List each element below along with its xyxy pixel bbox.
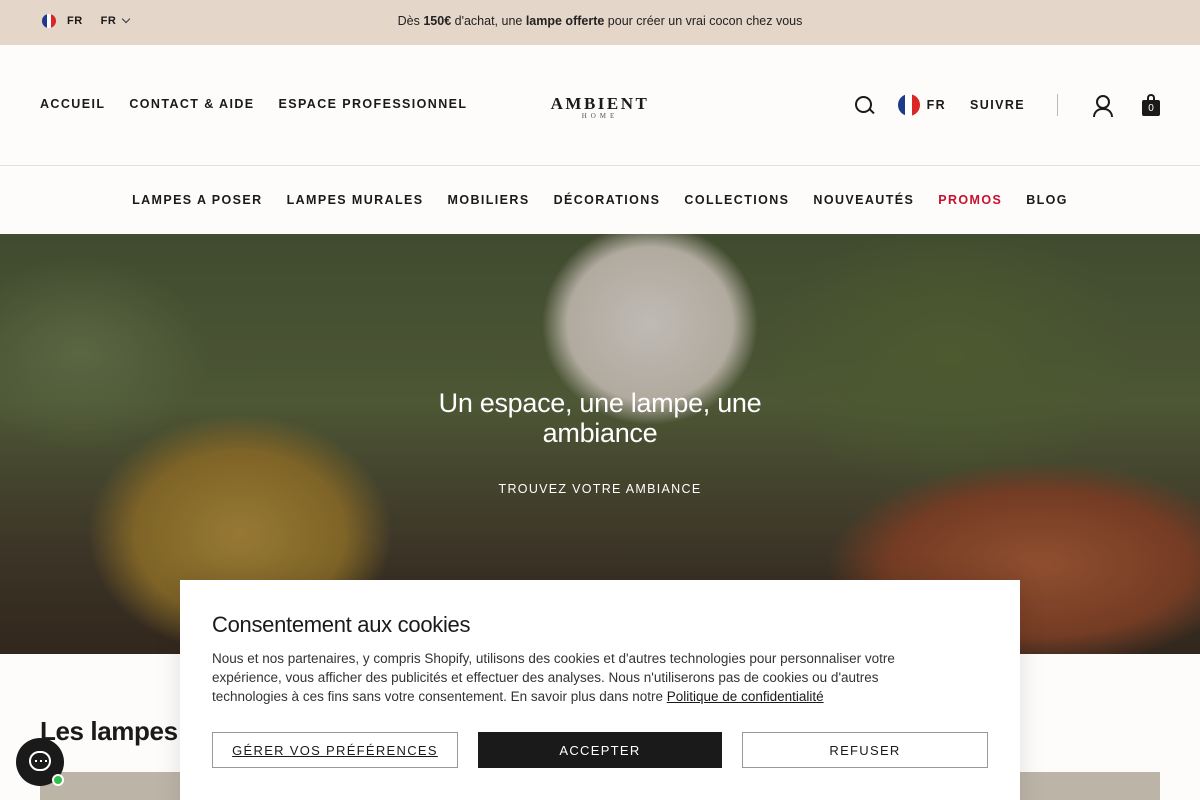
nav-item-nouveautes[interactable]: NOUVEAUTÉS — [813, 193, 914, 207]
search-icon[interactable] — [854, 95, 874, 115]
privacy-policy-link[interactable]: Politique de confidentialité — [667, 689, 824, 704]
cart-count: 0 — [1142, 100, 1160, 116]
nav-item-mobiliers[interactable]: MOBILIERS — [448, 193, 530, 207]
nav-item-decorations[interactable]: DÉCORATIONS — [554, 193, 661, 207]
nav-item-lampes-murales[interactable]: LAMPES MURALES — [287, 193, 424, 207]
flag-fr-icon[interactable] — [897, 94, 920, 116]
nav-link-accueil[interactable]: ACCUEIL — [40, 97, 105, 111]
nav-item-blog[interactable]: BLOG — [1026, 193, 1068, 207]
manage-preferences-button[interactable]: GÉRER VOS PRÉFÉRENCES — [212, 732, 458, 768]
follow-link[interactable]: SUIVRE — [970, 98, 1025, 112]
site-header: ACCUEIL CONTACT & AIDE ESPACE PROFESSION… — [0, 45, 1200, 166]
shopping-bag-icon[interactable]: 0 — [1142, 94, 1160, 116]
cookie-consent-dialog: Consentement aux cookies Nous et nos par… — [180, 580, 1020, 800]
cookie-body: Nous et nos partenaires, y compris Shopi… — [212, 651, 895, 704]
nav-link-espace-pro[interactable]: ESPACE PROFESSIONNEL — [279, 97, 468, 111]
announcement-text: Dès 150€ d'achat, une lampe offerte pour… — [397, 14, 803, 28]
announcement-bar: FR FR Dès 150€ d'achat, une lampe offert… — [0, 0, 1200, 45]
nav-item-promos[interactable]: PROMOS — [938, 193, 1002, 207]
user-icon[interactable] — [1092, 95, 1113, 117]
chat-button[interactable] — [16, 738, 64, 786]
main-nav: LAMPES A POSER LAMPES MURALES MOBILIERS … — [0, 166, 1200, 234]
logo[interactable]: AMBIENT HOME — [547, 95, 653, 120]
hero-cta-link[interactable]: TROUVEZ VOTRE AMBIANCE — [0, 482, 1200, 496]
cookie-title: Consentement aux cookies — [212, 612, 471, 637]
nav-item-collections[interactable]: COLLECTIONS — [684, 193, 789, 207]
header-actions: FR SUIVRE 0 — [854, 92, 1160, 118]
refuse-cookies-button[interactable]: REFUSER — [742, 732, 988, 768]
nav-link-contact[interactable]: CONTACT & AIDE — [129, 97, 254, 111]
accept-cookies-button[interactable]: ACCEPTER — [478, 732, 722, 768]
online-status-dot — [52, 774, 64, 786]
divider — [1057, 94, 1058, 116]
nav-item-lampes-a-poser[interactable]: LAMPES A POSER — [132, 193, 263, 207]
utility-nav: ACCUEIL CONTACT & AIDE ESPACE PROFESSION… — [40, 97, 467, 111]
language-label[interactable]: FR — [927, 98, 946, 112]
hero-title: Un espace, une lampe, une ambiance — [438, 388, 762, 448]
